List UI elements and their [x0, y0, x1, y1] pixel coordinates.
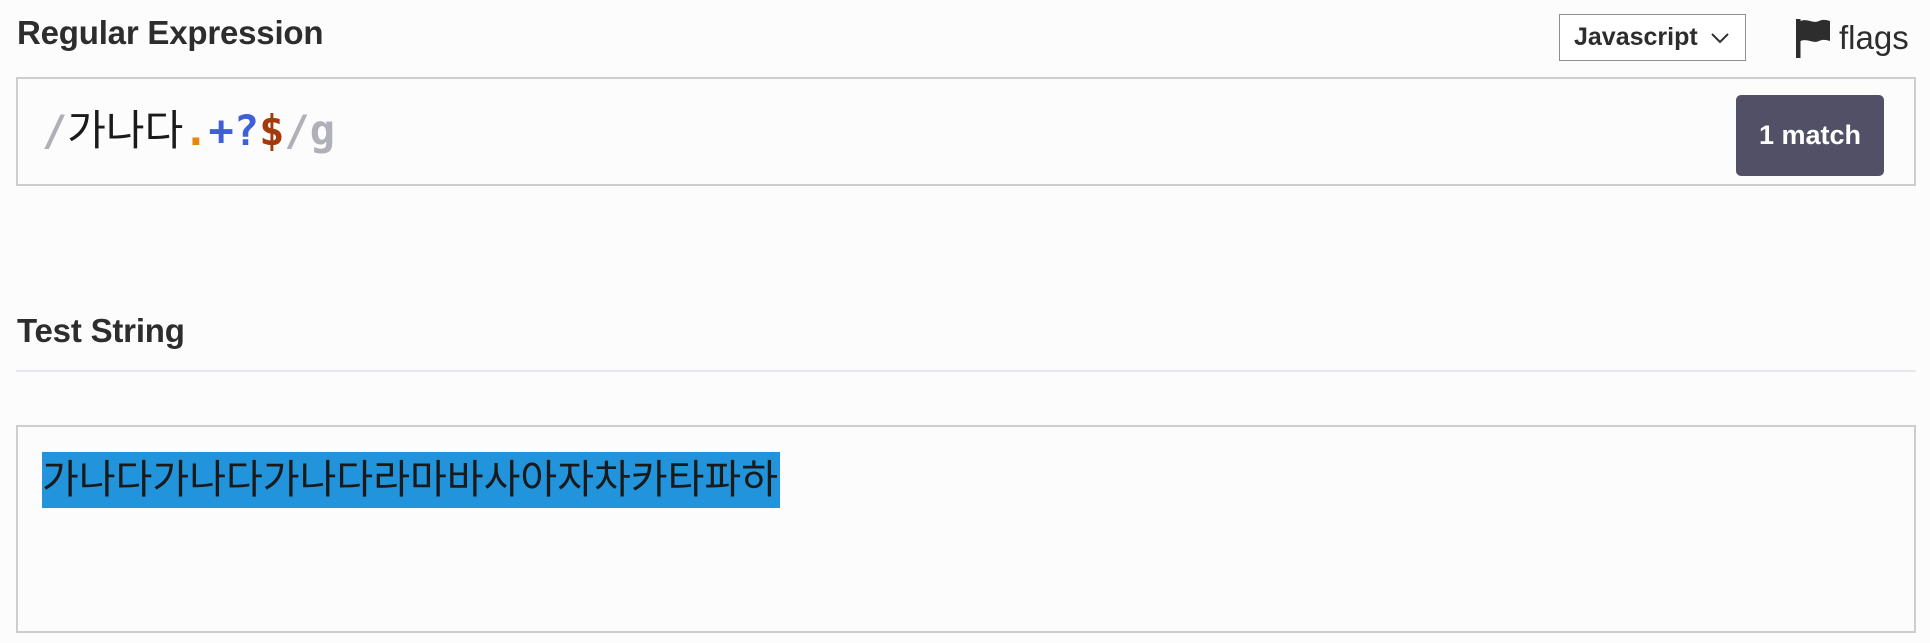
regex-flags-token[interactable]: g	[310, 106, 335, 155]
regex-dot-token: .	[183, 106, 209, 155]
regex-section-title: Regular Expression	[17, 14, 324, 51]
flags-label: flags	[1839, 19, 1909, 56]
test-string-title: Test String	[17, 312, 185, 349]
regex-anchor-token: $	[259, 106, 285, 155]
section-divider	[16, 370, 1916, 372]
chevron-down-icon	[1711, 33, 1729, 44]
flag-icon	[1796, 19, 1830, 58]
regex-quantifier-token: +?	[208, 106, 260, 155]
test-string-input[interactable]: 가나다가나다가나다라마바사아자차카타파하	[16, 425, 1916, 633]
match-count-badge: 1 match	[1736, 95, 1884, 176]
regex-input[interactable]: /가나다.+?$/g 1 match	[16, 77, 1916, 186]
regex-literal-token: 가나다	[67, 106, 184, 155]
flags-button[interactable]: flags	[1793, 15, 1909, 61]
regex-open-delimiter: /	[42, 106, 68, 155]
regex-pattern[interactable]: /가나다.+?$/g	[42, 104, 335, 158]
regex-close-delimiter: /	[284, 106, 310, 155]
flavor-select-value: Javascript	[1574, 23, 1698, 51]
test-string-match-highlight: 가나다가나다가나다라마바사아자차카타파하	[42, 452, 780, 508]
flavor-select[interactable]: Javascript	[1559, 14, 1746, 61]
